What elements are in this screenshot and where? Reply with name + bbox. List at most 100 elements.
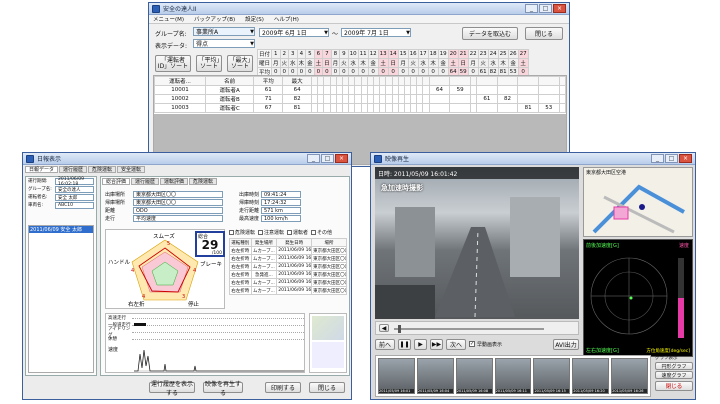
- show-history-button[interactable]: 運行履歴を表示する: [149, 381, 195, 397]
- maximize-button[interactable]: □: [321, 154, 334, 163]
- circle-graph-button[interactable]: 円形グラフ: [655, 362, 693, 370]
- seek-track[interactable]: [394, 328, 544, 330]
- sensor-panel: 前後加速度[G] 速度 左右加速度[G] 方位角速度[deg/sec]: [583, 239, 693, 357]
- play-icon[interactable]: ▶: [414, 338, 427, 350]
- video-thumbnail[interactable]: 2011/05/09 16:26: [611, 358, 649, 394]
- close-report-button[interactable]: 閉じる: [309, 382, 345, 393]
- fast-view-checkbox[interactable]: ✓ 早動画表示: [469, 341, 502, 348]
- table-row[interactable]: 右左折時ムカーブ...2011/06/09 16:19:41東京都大田区〇〇: [229, 278, 347, 287]
- event-filter-checkbox[interactable]: 注意運転: [258, 229, 284, 236]
- event-filter-checkbox[interactable]: その他: [311, 229, 332, 236]
- main-titlebar[interactable]: 安全の達人II _ □ ×: [149, 3, 569, 15]
- table-row[interactable]: 右左折時ムカーブ...2011/06/09 16:22:58東京都大田区〇〇: [229, 286, 347, 295]
- table-row[interactable]: 10001 運転者A 61 64 64 59: [153, 85, 567, 95]
- tab-history[interactable]: 運行履歴: [59, 166, 88, 173]
- map-panel[interactable]: 東京都大田区空港: [583, 167, 693, 237]
- avi-export-button[interactable]: AVI出力: [553, 338, 579, 350]
- trip-info-row: 走行 平均速度 最高速度 100 km/h: [105, 215, 345, 222]
- next-button[interactable]: 次へ: [446, 338, 466, 350]
- left-field-value[interactable]: 2011/06/09 16:02:18: [55, 177, 94, 187]
- close-button[interactable]: 閉じる: [525, 27, 563, 40]
- mini-map[interactable]: [312, 316, 344, 340]
- sort-by-driver-id-button[interactable]: 「運転者ID」ソート: [155, 55, 191, 72]
- report-titlebar[interactable]: 日報表示 _ □ ×: [23, 153, 351, 165]
- minimize-button[interactable]: _: [307, 154, 320, 163]
- menu-item-settings[interactable]: 設定(S): [245, 15, 264, 23]
- driver-column-header[interactable]: 運転者...: [153, 76, 207, 86]
- chevron-down-icon: ▼: [250, 40, 254, 47]
- left-field-value[interactable]: 安全 太郎: [55, 194, 94, 201]
- table-row[interactable]: 右左折時ムカーブ...2011/06/09 16:07:14東京都大田区〇〇: [229, 246, 347, 255]
- table-row[interactable]: 右左折時ムカーブ...2011/06/09 16:07:33東京都大田区〇〇: [229, 254, 347, 263]
- driver-column-header[interactable]: 平均: [253, 76, 284, 86]
- event-cell: 2011/06/09 16:12:04: [276, 262, 313, 271]
- table-row[interactable]: 右左折時ムカーブ...2011/06/09 16:12:04東京都大田区〇〇: [229, 262, 347, 271]
- video-thumbnail[interactable]: 2011/05/09 16:04: [416, 358, 454, 394]
- tab-daily-data[interactable]: 日報データ: [25, 166, 59, 173]
- table-row[interactable]: 10003 運転者C 67 81 81 53: [153, 103, 567, 113]
- print-button[interactable]: 印刷する: [265, 382, 301, 393]
- sort-by-average-button[interactable]: 「平均」ソート: [196, 55, 222, 72]
- date-from-picker[interactable]: 2009年 6月 1日 ▼: [259, 28, 329, 37]
- tab-driving-eval[interactable]: 運転評価: [160, 178, 189, 185]
- maximize-button[interactable]: □: [539, 4, 552, 13]
- close-window-button[interactable]: ×: [553, 4, 566, 13]
- calendar-cell: 火: [339, 58, 349, 68]
- event-filter-checkbox[interactable]: 運転者: [287, 229, 308, 236]
- report-list-item[interactable]: 2011/06/09 安全 太郎: [29, 226, 93, 233]
- fast-forward-icon[interactable]: ▶▶: [430, 338, 443, 350]
- timeline-row: 一般道走行: [106, 321, 304, 328]
- close-window-button[interactable]: ×: [335, 154, 348, 163]
- group-select[interactable]: 事業所A ▼: [193, 27, 255, 36]
- play-video-button[interactable]: 映像を再生する: [203, 381, 243, 397]
- day-column-cell: [496, 76, 519, 86]
- event-filter-checkbox[interactable]: 危険運転: [229, 229, 255, 236]
- calendar-cell: 3: [288, 49, 298, 59]
- menu-item-help[interactable]: ヘルプ(H): [274, 15, 299, 23]
- video-thumbnail[interactable]: 2011/05/09 16:11: [494, 358, 532, 394]
- load-data-button[interactable]: データを取込む: [462, 27, 518, 40]
- checkbox-icon: [287, 230, 293, 235]
- table-row[interactable]: 右左折時急発進...2011/06/09 16:15:20東京都大田区〇〇: [229, 270, 347, 279]
- video-thumbnail[interactable]: 2011/05/09 16:01: [378, 358, 415, 394]
- maximize-button[interactable]: □: [665, 154, 678, 163]
- video-frame[interactable]: 日時: 2011/05/09 16:01:42 急加速時撮影: [375, 167, 579, 319]
- seek-handle[interactable]: [398, 325, 401, 333]
- minimize-button[interactable]: _: [651, 154, 664, 163]
- menu-item-backup[interactable]: バックアップ(B): [194, 15, 235, 23]
- video-thumbnail[interactable]: 2011/05/09 16:15: [533, 358, 571, 394]
- pause-icon[interactable]: ❚❚: [398, 338, 411, 350]
- tab-run-history[interactable]: 運行履歴: [131, 178, 160, 185]
- driver-column-header[interactable]: 名前: [205, 76, 255, 86]
- event-column-header[interactable]: 発生場所: [250, 238, 278, 247]
- minimize-button[interactable]: _: [525, 4, 538, 13]
- speed-graph-button[interactable]: 速度グラフ: [655, 371, 693, 379]
- video-thumbnail[interactable]: 2011/05/09 16:20: [572, 358, 610, 394]
- close-window-button[interactable]: ×: [679, 154, 692, 163]
- tab-danger[interactable]: 危険運転: [88, 166, 117, 173]
- video-titlebar[interactable]: 映像再生 _ □ ×: [371, 153, 695, 165]
- left-field-value[interactable]: 安全の達人: [55, 186, 94, 193]
- seek-bar[interactable]: ◀: [375, 321, 579, 335]
- date-to-picker[interactable]: 2009年 7月 1日 ▼: [341, 28, 411, 37]
- radar-label-turn: 右左折: [128, 300, 145, 308]
- table-row[interactable]: 10002 運転者B 71 82 61 82: [153, 94, 567, 104]
- driver-column-header[interactable]: 最大: [282, 76, 313, 86]
- menu-item-menu[interactable]: メニュー(M): [153, 15, 184, 23]
- report-list[interactable]: 2011/06/09 安全 太郎: [28, 225, 94, 373]
- tab-overall[interactable]: 総合評価: [102, 178, 131, 185]
- event-column-header[interactable]: 発生日時: [276, 238, 313, 247]
- event-column-header[interactable]: 場所: [311, 238, 347, 247]
- video-thumbnail[interactable]: 2011/05/09 16:08: [455, 358, 493, 394]
- event-column-header[interactable]: 運転種別: [229, 238, 252, 247]
- display-data-select[interactable]: 得点 ▼: [193, 39, 255, 48]
- left-field-value[interactable]: ABC10: [55, 202, 94, 209]
- timeline-track: [132, 337, 304, 340]
- step-back-button[interactable]: ◀: [379, 324, 389, 332]
- tab-danger-driving[interactable]: 危険運転: [189, 178, 218, 185]
- tab-safe[interactable]: 安全運転: [117, 166, 146, 173]
- close-video-button[interactable]: 閉じる: [655, 381, 693, 391]
- sort-by-max-button[interactable]: 「最大」ソート: [227, 55, 253, 72]
- mini-legend: [312, 342, 344, 368]
- prev-button[interactable]: 前へ: [375, 338, 395, 350]
